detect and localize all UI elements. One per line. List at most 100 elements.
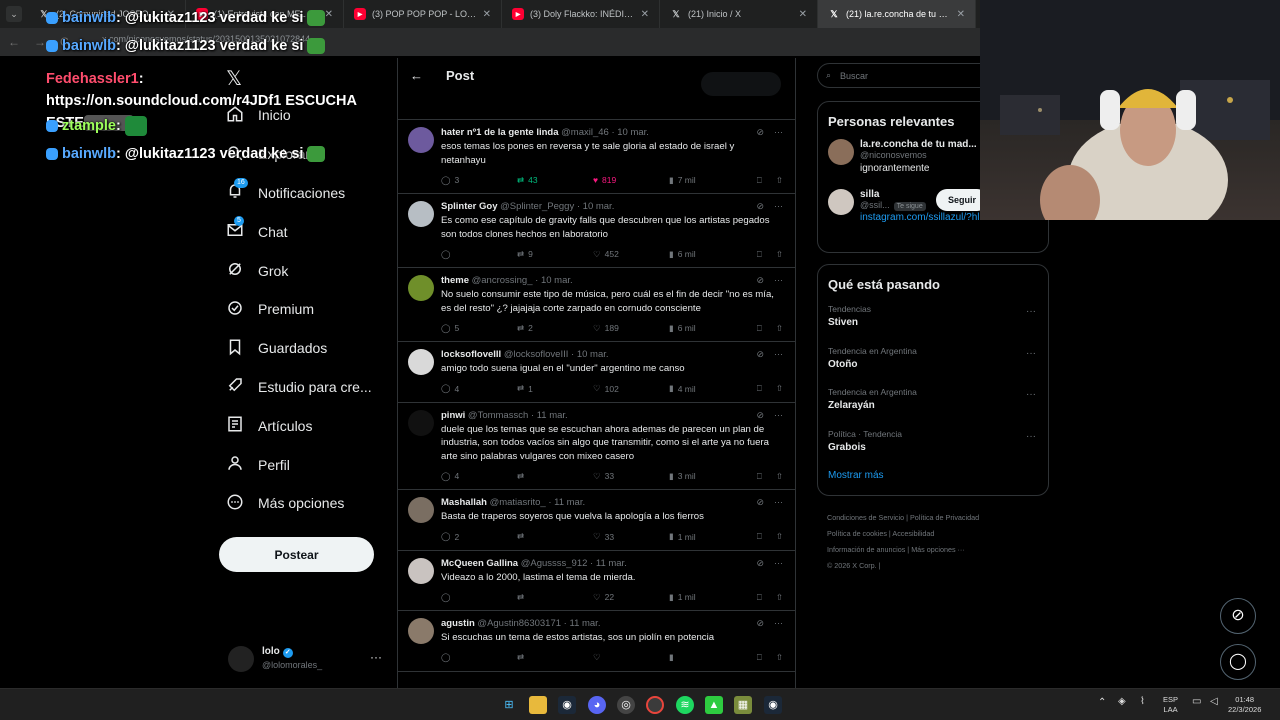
- retweet-button[interactable]: ⇄: [517, 652, 593, 663]
- grok-icon[interactable]: ⊘: [756, 349, 764, 360]
- trend-item[interactable]: Política · Tendencia Grabois ···: [818, 423, 1048, 465]
- trend-item[interactable]: Tendencia en Argentina Zelarayán ···: [818, 381, 1048, 423]
- tweet-author-name[interactable]: pinwi: [441, 410, 465, 421]
- browser-tab[interactable]: ▶ (3) Doly Flackko: INÉDITO (Prod. ✕: [502, 0, 660, 28]
- tweet-author-name[interactable]: McQueen Gallina: [441, 558, 518, 569]
- grok-icon[interactable]: ⊘: [756, 127, 764, 138]
- more-icon[interactable]: ···: [1026, 306, 1036, 317]
- tweet-author-name[interactable]: Splinter Goy: [441, 201, 497, 212]
- tweet-author-name[interactable]: agustin: [441, 618, 475, 629]
- app2-icon[interactable]: ▦: [734, 696, 752, 714]
- share-icon[interactable]: ⇧: [776, 652, 783, 663]
- sidebar-item-estudio-para-cre-[interactable]: Estudio para cre...: [220, 368, 390, 407]
- sidebar-item-premium[interactable]: Premium: [220, 290, 390, 329]
- bookmark-icon[interactable]: ⎕: [757, 249, 762, 260]
- bookmark-icon[interactable]: ⎕: [757, 592, 762, 603]
- bookmark-icon[interactable]: ⎕: [757, 652, 762, 663]
- share-icon[interactable]: ⇧: [776, 471, 783, 482]
- sidebar-item-más-opciones[interactable]: Más opciones: [220, 484, 390, 523]
- tweet[interactable]: Splinter Goy @Splinter_Peggy · 10 mar. ⊘ ·…: [398, 194, 795, 268]
- tweet[interactable]: locksofloveIII @locksofloveIII · 10 mar.…: [398, 342, 795, 403]
- tweet-date[interactable]: 11 mar.: [569, 618, 600, 629]
- views-button[interactable]: ▮ 1 mil: [669, 592, 745, 603]
- reply-button[interactable]: ◯: [441, 652, 517, 663]
- views-button[interactable]: ▮ 7 mil: [669, 175, 745, 186]
- tweet-author-name[interactable]: locksofloveIII: [441, 349, 501, 360]
- trend-item[interactable]: Tendencias Stiven ···: [818, 298, 1048, 340]
- tweet-date[interactable]: 10 mar.: [617, 127, 649, 138]
- retweet-button[interactable]: ⇄ 1: [517, 383, 593, 394]
- more-icon[interactable]: ···: [370, 650, 382, 664]
- grok-fab-icon[interactable]: ⊘: [1220, 598, 1256, 634]
- tweet-date[interactable]: 10 mar.: [541, 275, 573, 286]
- share-icon[interactable]: ⇧: [776, 383, 783, 394]
- sidebar-item-guardados[interactable]: Guardados: [220, 329, 390, 368]
- tweet[interactable]: Mashallah @matiasrito_ · 11 mar. ⊘ ··· Bast…: [398, 490, 795, 551]
- close-icon[interactable]: ✕: [483, 9, 491, 20]
- header-button[interactable]: [701, 72, 781, 96]
- views-button[interactable]: ▮ 1 mil: [669, 531, 745, 542]
- like-button[interactable]: ♥ 819: [593, 175, 669, 185]
- footer-link[interactable]: Información de anuncios: [827, 545, 905, 554]
- tweet-date[interactable]: 11 mar.: [596, 558, 627, 569]
- reply-button[interactable]: ◯: [441, 249, 517, 260]
- chrome-icon[interactable]: [646, 696, 664, 714]
- sidebar-item-artículos[interactable]: Artículos: [220, 406, 390, 445]
- more-icon[interactable]: ···: [774, 201, 783, 212]
- reply-button[interactable]: ◯ 2: [441, 531, 517, 542]
- browser-tab[interactable]: ▶ (3) POP POP POP - LOLO - EN VIVO ✕: [344, 0, 502, 28]
- tweet[interactable]: pinwi @Tommassch · 11 mar. ⊘ ··· duele que …: [398, 403, 795, 490]
- tab-list-icon[interactable]: ⌄: [6, 6, 22, 22]
- grok-icon[interactable]: ⊘: [756, 201, 764, 212]
- like-button[interactable]: ♡ 189: [593, 323, 669, 334]
- views-button[interactable]: ▮: [669, 652, 745, 663]
- grok-icon[interactable]: ⊘: [756, 275, 764, 286]
- reply-button[interactable]: ◯ 4: [441, 383, 517, 394]
- tweet-date[interactable]: 10 mar.: [583, 201, 615, 212]
- windows-start-icon[interactable]: ⊞: [500, 696, 518, 714]
- tray-chevron-icon[interactable]: ⌃: [1098, 698, 1106, 708]
- reply-button[interactable]: ◯ 5: [441, 323, 517, 334]
- avatar[interactable]: [408, 618, 434, 644]
- share-icon[interactable]: ⇧: [776, 175, 783, 186]
- more-icon[interactable]: ···: [774, 410, 783, 421]
- footer-link[interactable]: © 2026 X Corp.: [827, 561, 877, 570]
- tweet[interactable]: agustin @Agustin86303171 · 11 mar. ⊘ ··· Si…: [398, 611, 795, 672]
- retweet-button[interactable]: ⇄: [517, 531, 593, 542]
- like-button[interactable]: ♡: [593, 652, 669, 663]
- tweet[interactable]: McQueen Gallina @Agussss_912 · 11 mar. ⊘ ·…: [398, 551, 795, 611]
- steam2-icon[interactable]: ◉: [764, 696, 782, 714]
- app-icon[interactable]: ▲: [705, 696, 723, 714]
- retweet-button[interactable]: ⇄ 9: [517, 249, 593, 260]
- tray-shield-icon[interactable]: ◈: [1118, 697, 1126, 707]
- more-icon[interactable]: ···: [1026, 389, 1036, 400]
- language-indicator[interactable]: ESP LAA: [1163, 695, 1178, 715]
- more-icon[interactable]: ···: [774, 275, 783, 286]
- avatar[interactable]: [828, 189, 854, 215]
- avatar[interactable]: [408, 557, 434, 584]
- search-input[interactable]: ⌕ Buscar: [817, 63, 992, 88]
- tweet-author-name[interactable]: hater nº1 de la gente linda: [441, 127, 559, 138]
- retweet-button[interactable]: ⇄ 2: [517, 323, 593, 334]
- more-icon[interactable]: ···: [774, 497, 783, 508]
- avatar[interactable]: [408, 127, 434, 153]
- reply-button[interactable]: ◯ 3: [441, 175, 517, 186]
- avatar[interactable]: [408, 275, 434, 301]
- like-button[interactable]: ♡ 33: [593, 531, 669, 542]
- steam-icon[interactable]: ◉: [558, 696, 576, 714]
- share-icon[interactable]: ⇧: [776, 249, 783, 260]
- avatar[interactable]: [408, 497, 434, 523]
- share-icon[interactable]: ⇧: [776, 323, 783, 334]
- views-button[interactable]: ▮ 6 mil: [669, 249, 745, 260]
- browser-tab[interactable]: 𝕏 (21) Inicio / X ✕: [660, 0, 818, 28]
- tweet-author-name[interactable]: Mashallah: [441, 497, 487, 508]
- back-nav-icon[interactable]: ←: [8, 35, 20, 49]
- footer-link[interactable]: Más opciones ···: [911, 545, 965, 554]
- tweet-date[interactable]: 10 mar.: [577, 349, 609, 360]
- share-icon[interactable]: ⇧: [776, 592, 783, 603]
- bookmark-icon[interactable]: ⎕: [757, 531, 762, 542]
- browser-tab[interactable]: 𝕏 (21) la.re.concha de tu madre en X ✕: [818, 0, 976, 28]
- tray-monitor-icon[interactable]: ▭: [1192, 697, 1201, 707]
- tweet-author-name[interactable]: theme: [441, 275, 469, 286]
- retweet-button[interactable]: ⇄: [517, 471, 593, 482]
